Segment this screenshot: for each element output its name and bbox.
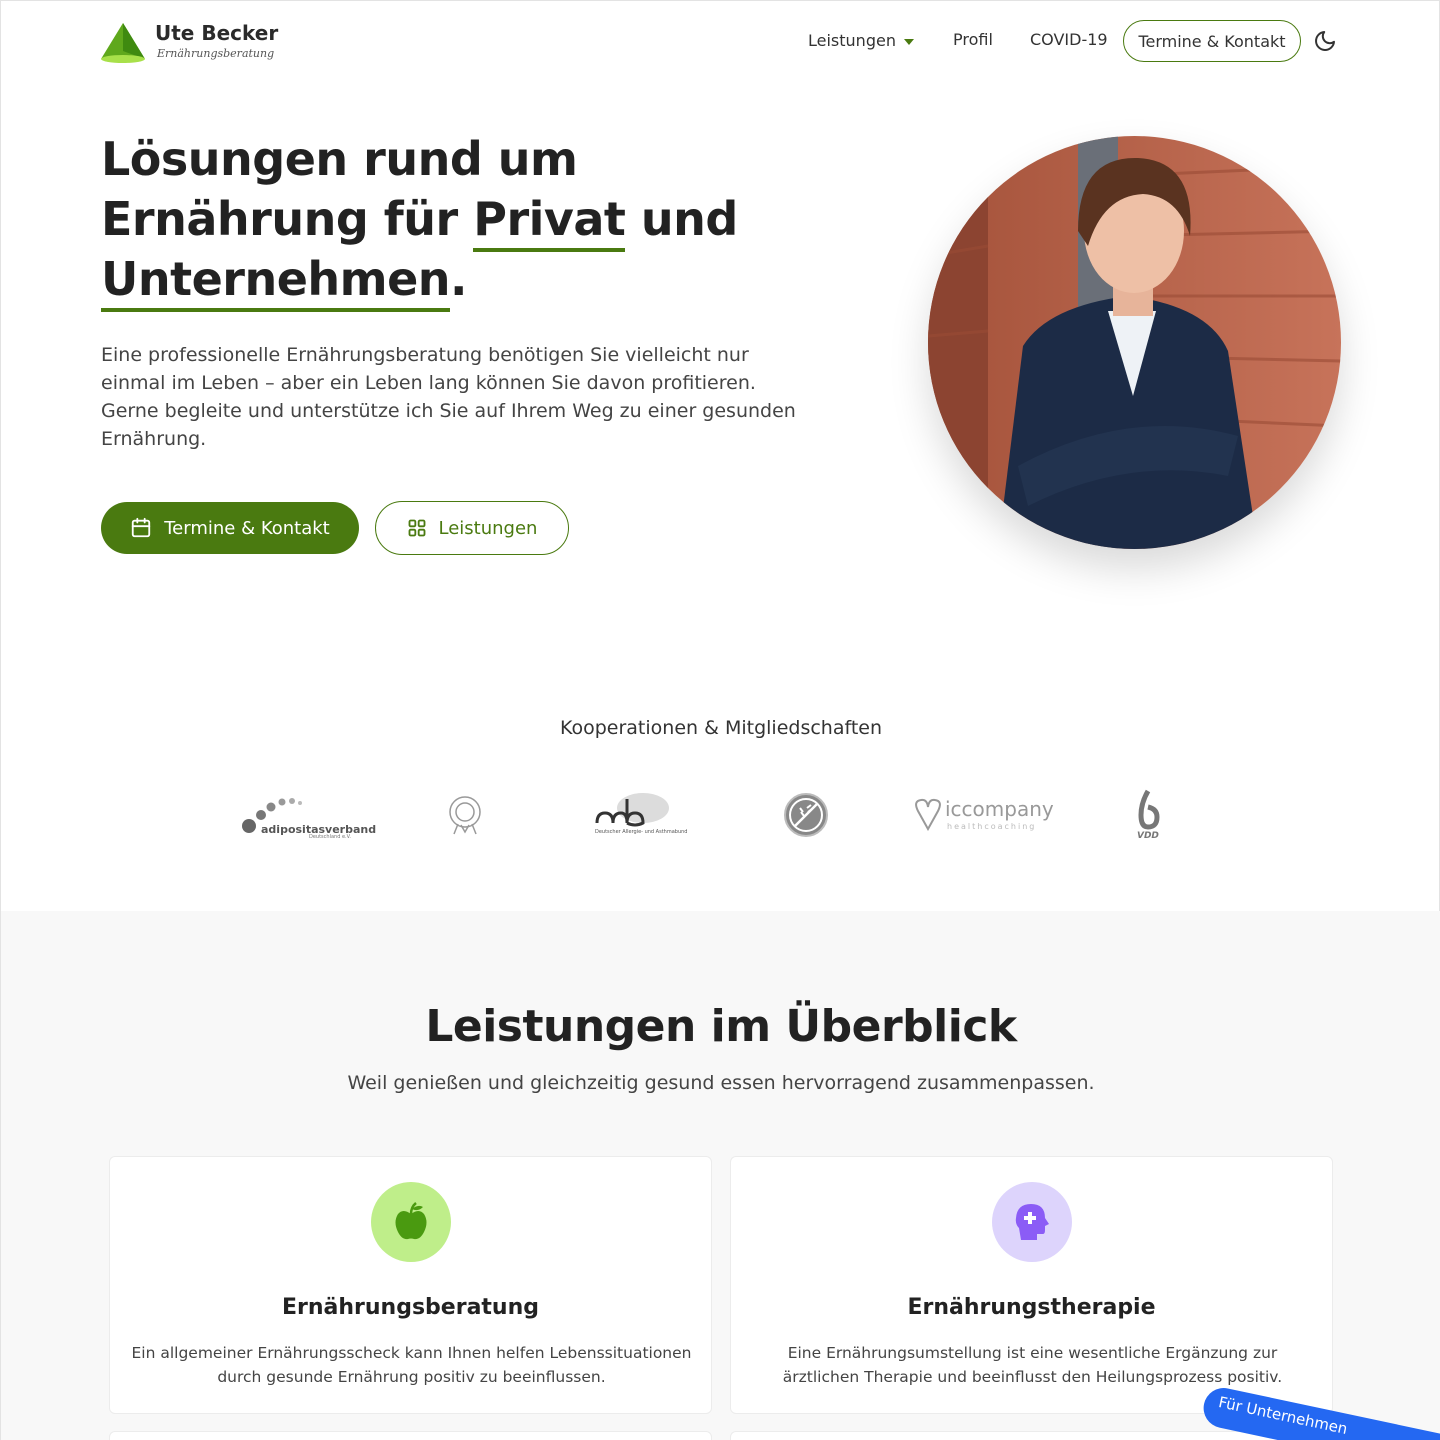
partner-logo-dab[interactable]: Deutscher Allergie- und Asthmabund — [591, 791, 687, 861]
hero-highlight-privat: Privat — [473, 192, 626, 252]
services-subtitle: Weil genießen und gleichzeitig gesund es… — [347, 1072, 1095, 1094]
hero-contact-button-label: Termine & Kontakt — [164, 517, 330, 539]
hero-title-line-3: Unternehmen. — [101, 249, 821, 312]
brand-tagline: Ernährungsberatung — [157, 47, 275, 60]
brand-name: Ute Becker — [155, 21, 279, 45]
partner-logo-text: VDD — [1137, 831, 1159, 841]
chevron-down-icon — [903, 38, 914, 45]
service-card-text: Eine Ernährungsumstellung ist eine wesen… — [782, 1344, 1283, 1386]
services-title: Leistungen im Überblick — [425, 1001, 1017, 1052]
service-icon-wrapper — [992, 1182, 1072, 1262]
nav-contact-button[interactable]: Termine & Kontakt — [1123, 20, 1301, 62]
site-header: Ute Becker Ernährungsberatung Leistungen… — [1, 1, 1440, 81]
nav-item-covid[interactable]: COVID-19 — [1030, 30, 1108, 49]
apple-icon — [395, 1202, 427, 1240]
partner-logo-text: iccompany — [945, 797, 1054, 821]
hero-title-text: und — [625, 192, 738, 246]
hero-title-line-2: Ernährung für Privat und — [101, 189, 821, 252]
hero-services-button[interactable]: Leistungen — [375, 501, 569, 555]
service-card-stub — [109, 1431, 712, 1440]
service-card-title: Ernährungstherapie — [907, 1295, 1156, 1320]
hero-title: Lösungen rund um Ernährung für Privat un… — [101, 129, 821, 312]
service-card-ernaehrungstherapie[interactable]: Ernährungstherapie Eine Ernährungsumstel… — [730, 1156, 1333, 1414]
hero-description: Eine professionelle Ernährungsberatung b… — [101, 344, 796, 450]
partner-logo-glutenfrei[interactable] — [783, 792, 829, 862]
partner-logo-vdd[interactable]: VDD — [1131, 789, 1165, 859]
hero-highlight-unternehmen: Unternehmen — [101, 252, 451, 312]
nav-item-label: Leistungen — [808, 31, 896, 50]
service-card-text: Ein allgemeiner Ernährungsscheck kann Ih… — [131, 1344, 692, 1386]
calendar-icon — [132, 517, 151, 538]
hero-title-line-1: Lösungen rund um — [101, 132, 578, 186]
nav-item-profil[interactable]: Profil — [953, 30, 993, 49]
portrait-photo — [928, 136, 1341, 549]
partner-logo-adipositasverband[interactable]: adipositasverband Deutschland e.V. — [239, 793, 376, 863]
service-icon-wrapper — [371, 1182, 451, 1262]
partner-logo-subtext: Deutschland e.V. — [309, 834, 351, 840]
partner-logo-emblem[interactable] — [446, 794, 484, 864]
partner-logo-iccompany[interactable]: iccompany healthcoaching — [913, 797, 1054, 867]
triangle-logo-icon — [101, 23, 145, 63]
partners-title: Kooperationen & Mitgliedschaften — [559, 717, 883, 739]
nav-item-leistungen[interactable]: Leistungen — [808, 31, 914, 50]
head-plus-icon — [1015, 1204, 1049, 1240]
partner-logo-subtext: healthcoaching — [947, 822, 1037, 831]
service-card-title: Ernährungsberatung — [281, 1295, 540, 1320]
partner-logo-subtext: Deutscher Allergie- und Asthmabund — [595, 829, 688, 835]
brand-logo[interactable]: Ute Becker Ernährungsberatung — [99, 19, 299, 65]
hero-contact-button[interactable]: Termine & Kontakt — [101, 502, 359, 554]
service-card-ernaehrungsberatung[interactable]: Ernährungsberatung Ein allgemeiner Ernäh… — [109, 1156, 712, 1414]
grid-icon — [408, 519, 425, 537]
hero-services-button-label: Leistungen — [438, 517, 538, 539]
moon-icon[interactable] — [1313, 29, 1337, 53]
hero-title-text: Ernährung für — [101, 192, 474, 246]
hero-title-period: . — [450, 252, 468, 306]
